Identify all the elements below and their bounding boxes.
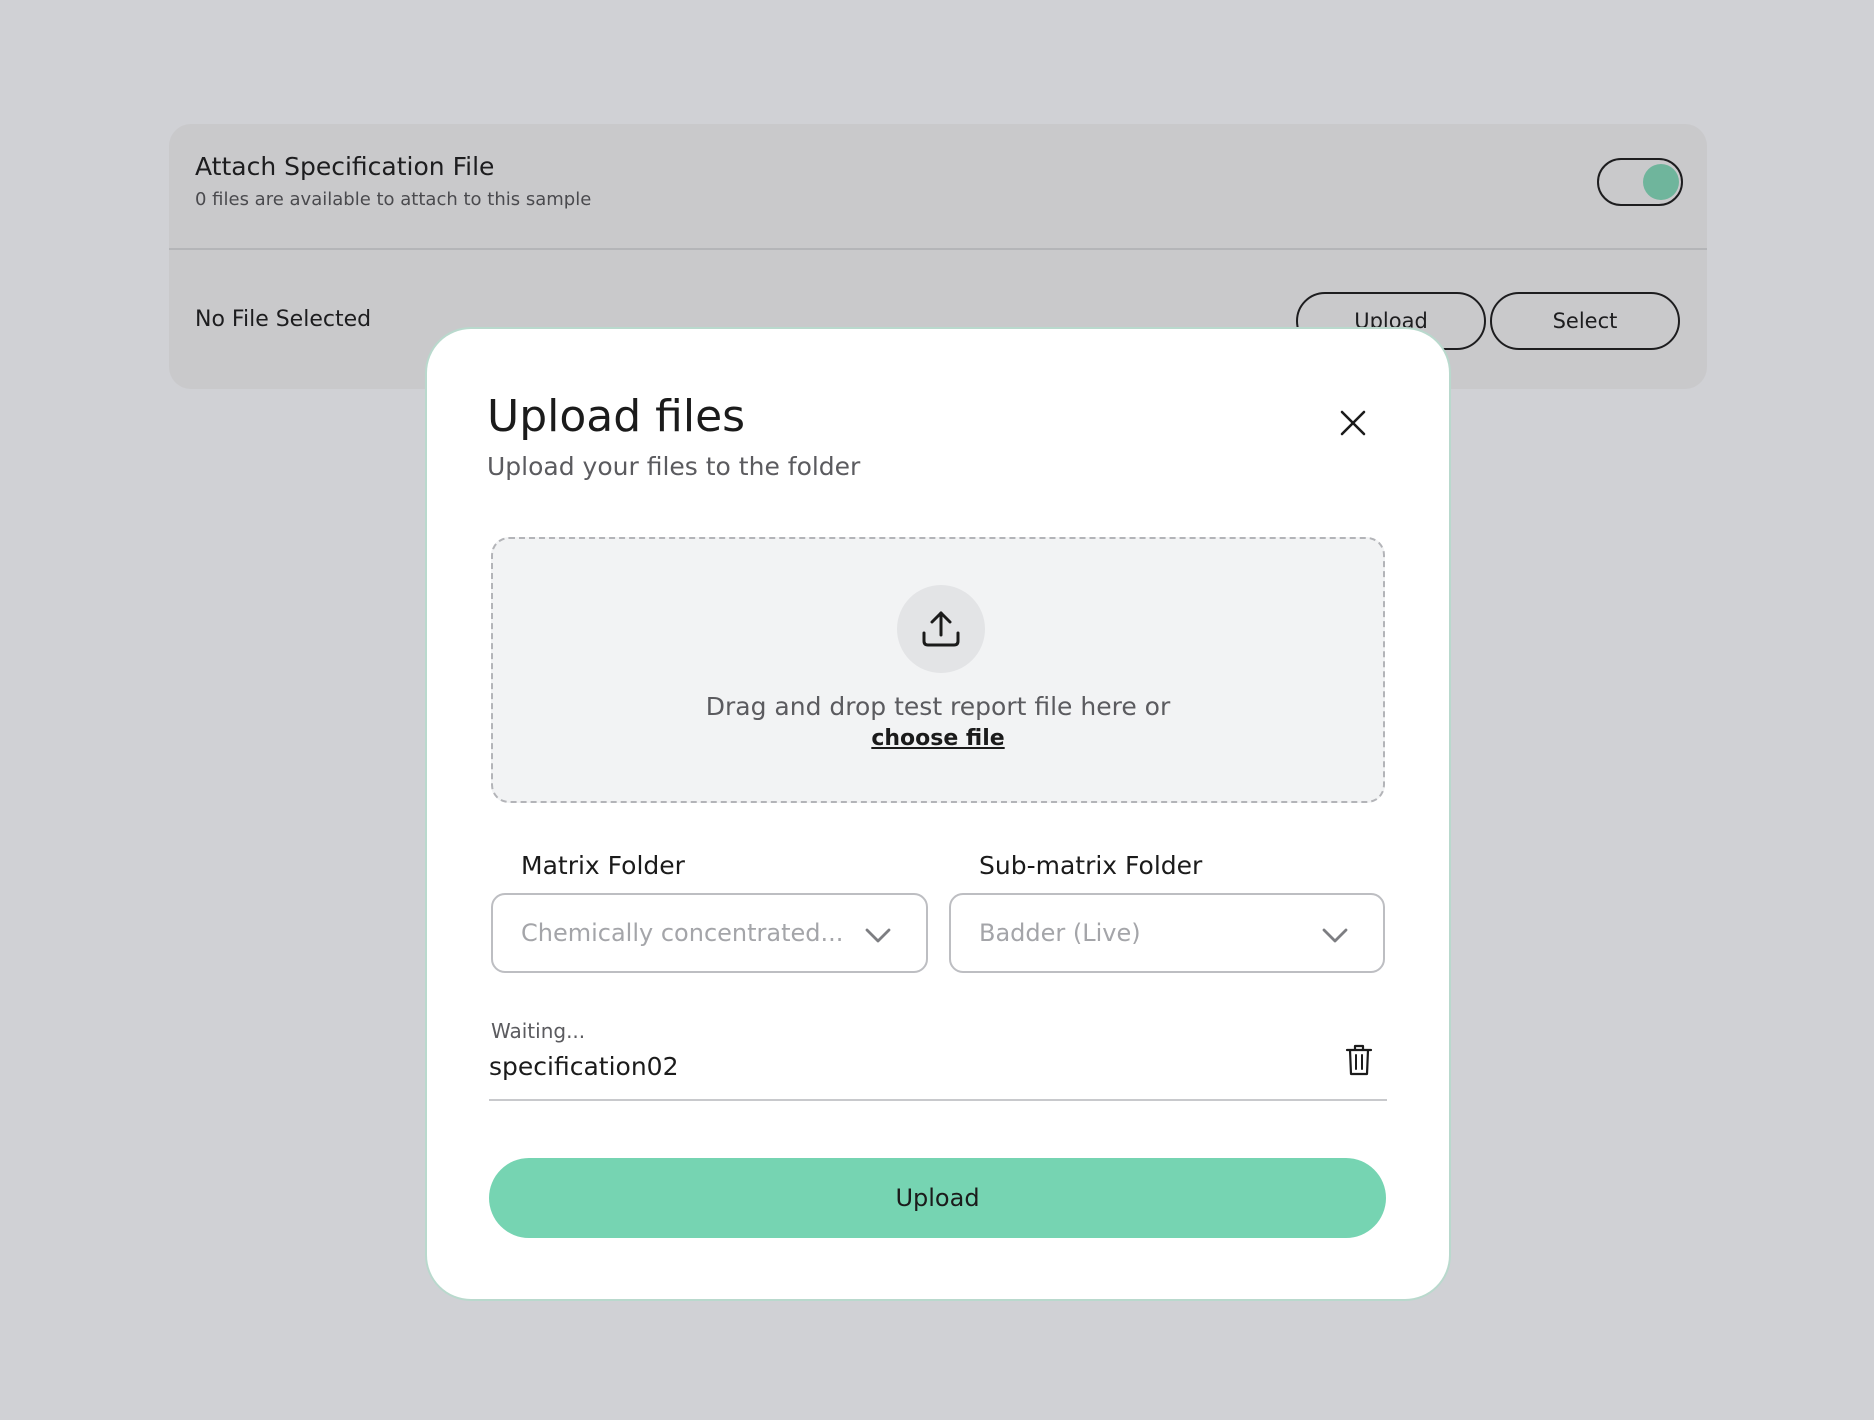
- close-button[interactable]: [1333, 403, 1373, 443]
- upload-icon: [922, 611, 960, 647]
- attach-card-header: Attach Specification File 0 files are av…: [169, 124, 1707, 250]
- modal-subtitle: Upload your files to the folder: [487, 452, 861, 481]
- upload-icon-circle: [897, 585, 985, 673]
- chevron-down-icon: [1322, 928, 1348, 943]
- matrix-folder-label: Matrix Folder: [521, 851, 685, 880]
- close-icon: [1340, 410, 1366, 436]
- attach-card-subtitle: 0 files are available to attach to this …: [195, 189, 592, 210]
- submatrix-folder-label: Sub-matrix Folder: [979, 851, 1203, 880]
- attach-select-button[interactable]: Select: [1490, 292, 1680, 350]
- attach-card-title: Attach Specification File: [195, 152, 495, 181]
- modal-title: Upload files: [487, 391, 746, 442]
- chevron-down-icon: [865, 928, 891, 943]
- attach-toggle[interactable]: [1597, 158, 1683, 206]
- delete-file-button[interactable]: [1343, 1043, 1375, 1077]
- matrix-folder-select[interactable]: Chemically concentrated...: [491, 893, 928, 973]
- file-name: specification02: [489, 1052, 679, 1081]
- dropzone-prompt: Drag and drop test report file here or: [705, 692, 1171, 721]
- file-dropzone[interactable]: Drag and drop test report file here or c…: [491, 537, 1385, 803]
- file-list-item: Waiting... specification02: [489, 1019, 1387, 1101]
- matrix-folder-value: Chemically concentrated...: [521, 919, 844, 947]
- submatrix-folder-value: Badder (Live): [979, 919, 1141, 947]
- trash-icon: [1345, 1044, 1373, 1076]
- toggle-knob: [1643, 164, 1679, 200]
- upload-files-modal: Upload files Upload your files to the fo…: [427, 329, 1449, 1299]
- upload-submit-button[interactable]: Upload: [489, 1158, 1386, 1238]
- choose-file-link[interactable]: choose file: [868, 726, 1008, 751]
- file-upload-status: Waiting...: [491, 1019, 586, 1043]
- submatrix-folder-select[interactable]: Badder (Live): [949, 893, 1385, 973]
- selection-status: No File Selected: [195, 307, 372, 332]
